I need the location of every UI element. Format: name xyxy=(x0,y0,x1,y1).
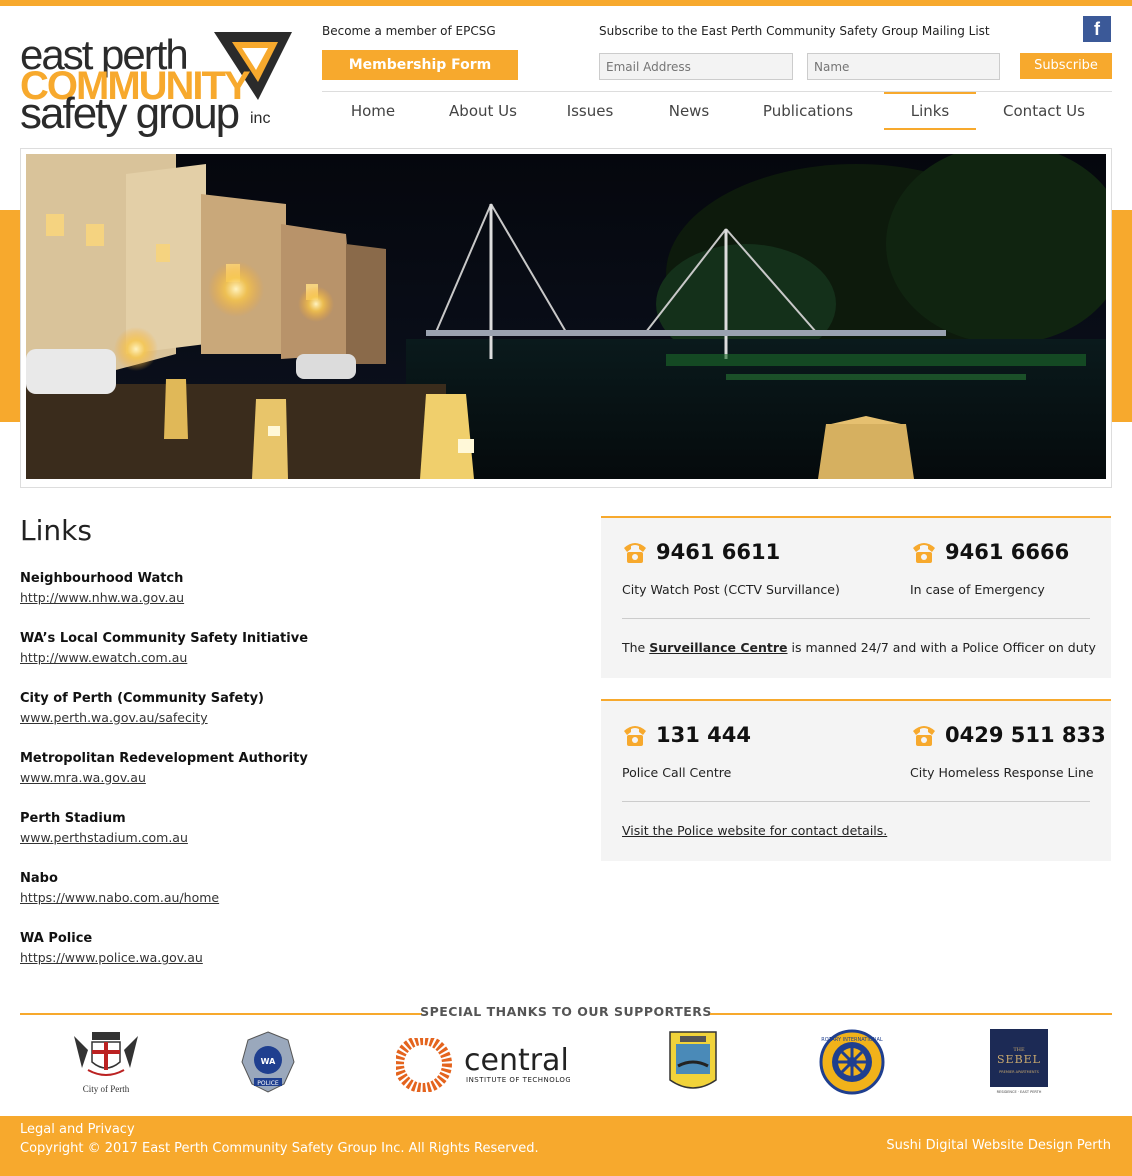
page-title: Links xyxy=(20,514,92,547)
phone-city-watch: 9461 6611 xyxy=(622,540,780,564)
email-input[interactable] xyxy=(599,53,793,80)
rotary-logo[interactable]: ROTARY INTERNATIONAL xyxy=(818,1029,886,1099)
phone-number: 0429 511 833 xyxy=(945,723,1106,747)
phone-number: 9461 6611 xyxy=(656,540,781,564)
phone-label: Police Call Centre xyxy=(622,765,732,780)
phone-homeless: 0429 511 833 xyxy=(911,723,1106,747)
top-accent-bar xyxy=(0,0,1132,6)
footer: Legal and Privacy Copyright © 2017 East … xyxy=(0,1116,1132,1176)
nav-links[interactable]: Links xyxy=(884,92,976,130)
nav-home[interactable]: Home xyxy=(322,92,424,130)
link-name: Metropolitan Redevelopment Authority xyxy=(20,751,308,766)
membership-prompt: Become a member of EPCSG xyxy=(322,24,496,38)
link-name: City of Perth (Community Safety) xyxy=(20,691,264,706)
surveillance-centre-link[interactable]: Surveillance Centre xyxy=(649,640,787,655)
phone-number: 9461 6666 xyxy=(945,540,1070,564)
link-item: Neighbourhood Watch http://www.nhw.wa.go… xyxy=(20,571,184,606)
link-url[interactable]: http://www.nhw.wa.gov.au xyxy=(20,590,184,605)
note-suffix: is manned 24/7 and with a Police Officer… xyxy=(787,640,1096,655)
sebel-text: SEBEL xyxy=(997,1053,1041,1066)
copyright-text: Copyright © 2017 East Perth Community Sa… xyxy=(20,1141,539,1156)
logo-suffix: inc xyxy=(250,110,271,127)
phone-police: 131 444 xyxy=(622,723,751,747)
police-text: POLICE xyxy=(257,1080,279,1087)
link-item: Nabo https://www.nabo.com.au/home xyxy=(20,871,219,906)
subscribe-button[interactable]: Subscribe xyxy=(1020,53,1112,79)
phone-icon xyxy=(913,543,935,563)
link-url[interactable]: www.perthstadium.com.au xyxy=(20,830,188,845)
legal-privacy-link[interactable]: Legal and Privacy xyxy=(20,1122,135,1137)
link-url[interactable]: https://www.nabo.com.au/home xyxy=(20,890,219,905)
link-url[interactable]: www.mra.wa.gov.au xyxy=(20,770,146,785)
name-input[interactable] xyxy=(807,53,1000,80)
link-item: City of Perth (Community Safety) www.per… xyxy=(20,691,264,726)
nav-about-us[interactable]: About Us xyxy=(424,92,542,130)
nav-contact-us[interactable]: Contact Us xyxy=(976,92,1112,130)
note-prefix: The xyxy=(622,640,650,655)
link-item: WA Police https://www.police.wa.gov.au xyxy=(20,931,203,966)
main-nav: Home About Us Issues News Publications L… xyxy=(322,92,1112,130)
logo-line-3: safety group xyxy=(20,89,240,138)
link-name: WA’s Local Community Safety Initiative xyxy=(20,631,309,646)
phone-icon xyxy=(624,726,646,746)
link-item: Metropolitan Redevelopment Authority www… xyxy=(20,751,308,786)
rotary-text: ROTARY INTERNATIONAL xyxy=(821,1037,883,1043)
east-perth-crest-logo[interactable] xyxy=(668,1030,718,1100)
phone-number: 131 444 xyxy=(656,723,751,747)
link-name: Nabo xyxy=(20,871,58,886)
phone-icon xyxy=(624,543,646,563)
subscribe-prompt: Subscribe to the East Perth Community Sa… xyxy=(599,24,990,38)
wa-police-logo[interactable]: WA POLICE xyxy=(240,1030,296,1100)
phone-icon xyxy=(913,726,935,746)
sebel-subtext: PREMIER APARTMENTS xyxy=(999,1070,1040,1074)
designer-credit-link[interactable]: Sushi Digital Website Design Perth xyxy=(886,1138,1111,1153)
surveillance-note: The Surveillance Centre is manned 24/7 a… xyxy=(622,640,1096,655)
link-name: Neighbourhood Watch xyxy=(20,571,184,586)
link-url[interactable]: https://www.police.wa.gov.au xyxy=(20,950,203,965)
nav-issues[interactable]: Issues xyxy=(542,92,638,130)
contact-box-police: 131 444 Police Call Centre 0429 511 833 … xyxy=(601,699,1111,861)
police-website-link[interactable]: Visit the Police website for contact det… xyxy=(622,823,887,838)
link-item: Perth Stadium www.perthstadium.com.au xyxy=(20,811,188,846)
link-url[interactable]: http://www.ewatch.com.au xyxy=(20,650,187,665)
facebook-icon[interactable]: f xyxy=(1083,16,1111,42)
link-item: WA’s Local Community Safety Initiative h… xyxy=(20,631,308,666)
phone-label: City Homeless Response Line xyxy=(910,765,1094,780)
contact-divider xyxy=(622,801,1090,802)
hero-image xyxy=(26,154,1106,479)
sebel-subtext-2: RESIDENCE · EAST PERTH xyxy=(997,1090,1042,1094)
city-of-perth-text: City of Perth xyxy=(83,1084,130,1094)
wa-text: WA xyxy=(261,1057,276,1066)
link-url[interactable]: www.perth.wa.gov.au/safecity xyxy=(20,710,208,725)
membership-form-button[interactable]: Membership Form xyxy=(322,50,518,80)
contact-divider xyxy=(622,618,1090,619)
nav-publications[interactable]: Publications xyxy=(740,92,876,130)
phone-label: In case of Emergency xyxy=(910,582,1045,597)
nav-news[interactable]: News xyxy=(638,92,740,130)
phone-label: City Watch Post (CCTV Survillance) xyxy=(622,582,840,597)
central-text: central xyxy=(464,1043,569,1078)
supporters-line-right xyxy=(710,1013,1112,1015)
phone-emergency: 9461 6666 xyxy=(911,540,1069,564)
link-name: Perth Stadium xyxy=(20,811,126,826)
link-name: WA Police xyxy=(20,931,93,946)
supporters-line-left xyxy=(20,1013,422,1015)
site-logo[interactable]: east perth COMMUNITY safety group inc xyxy=(20,30,292,138)
central-institute-logo[interactable]: central INSTITUTE OF TECHNOLOGY xyxy=(394,1035,576,1096)
sebel-logo[interactable]: THE SEBEL PREMIER APARTMENTS RESIDENCE ·… xyxy=(990,1029,1048,1099)
supporters-title: SPECIAL THANKS TO OUR SUPPORTERS xyxy=(420,1004,712,1019)
city-of-perth-logo[interactable]: City of Perth xyxy=(68,1028,144,1100)
contact-box-surveillance: 9461 6611 City Watch Post (CCTV Survilla… xyxy=(601,516,1111,678)
central-subtext: INSTITUTE OF TECHNOLOGY xyxy=(466,1076,570,1084)
